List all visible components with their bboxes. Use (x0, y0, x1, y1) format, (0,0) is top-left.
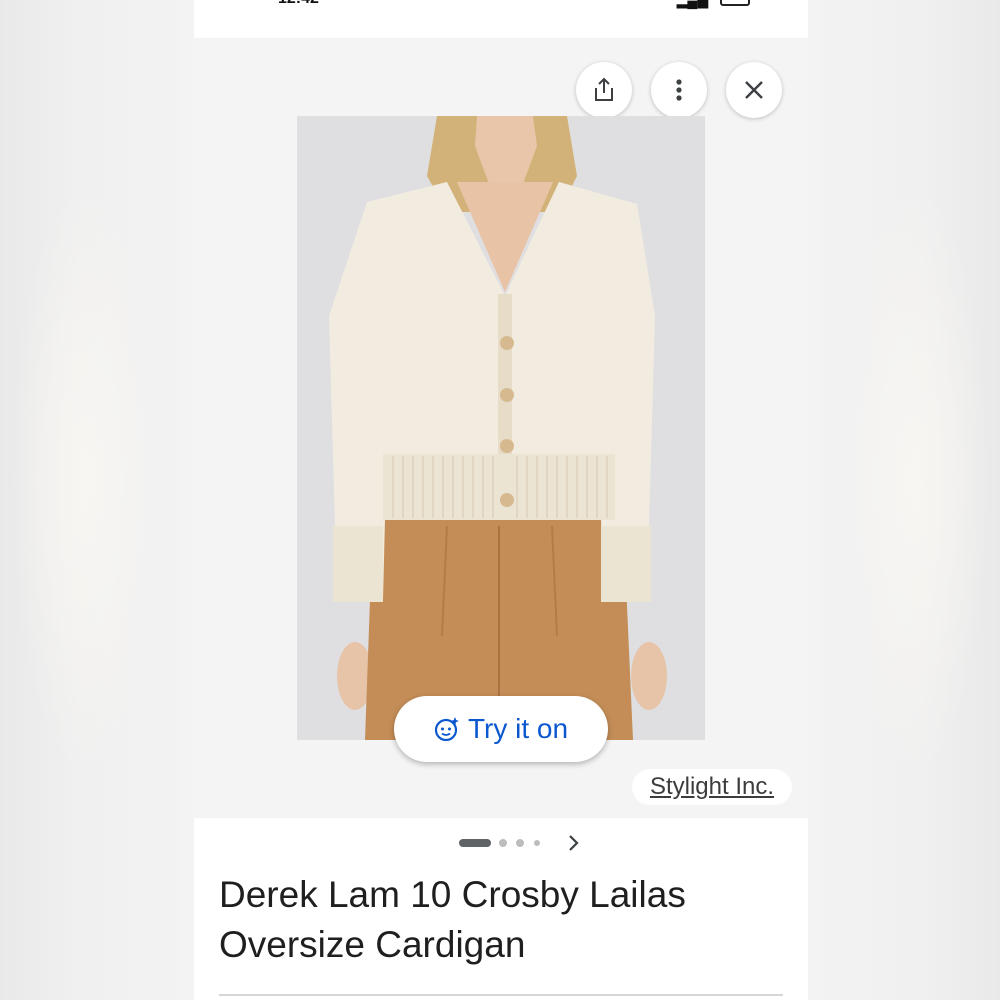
image-pager (194, 830, 808, 856)
cardigan-model-photo (297, 116, 705, 740)
pager-dot[interactable] (534, 840, 540, 846)
status-icons: ▂▄▆ (677, 0, 750, 9)
background-blur-left (0, 0, 194, 1000)
battery-icon (720, 0, 750, 7)
try-it-on-label: Try it on (467, 713, 569, 744)
image-viewer: Try it on Stylight Inc. (194, 38, 808, 818)
signal-icon: ▂▄▆ (676, 0, 709, 8)
divider (219, 994, 783, 996)
product-title: Derek Lam 10 Crosby Lailas Oversize Card… (219, 874, 686, 965)
face-sparkle-icon (434, 717, 459, 742)
more-vertical-icon (676, 79, 682, 101)
try-it-on-button[interactable]: Try it on (394, 696, 608, 762)
product-image[interactable] (297, 116, 705, 740)
share-button[interactable] (576, 62, 632, 118)
pager-dot-active[interactable] (459, 839, 491, 847)
pager-dot[interactable] (499, 839, 507, 847)
image-source-link[interactable]: Stylight Inc. (632, 769, 792, 805)
chevron-right-icon[interactable] (565, 832, 583, 854)
close-button[interactable] (726, 62, 782, 118)
share-icon (595, 77, 613, 101)
image-source-label: Stylight Inc. (649, 773, 775, 800)
more-options-button[interactable] (651, 62, 707, 118)
close-icon (745, 81, 763, 99)
background-blur-right (808, 0, 1000, 1000)
phone-screen: 12:42 ▂▄▆ (194, 0, 808, 1000)
pager-dot[interactable] (516, 839, 524, 847)
status-time: 12:42 (278, 0, 319, 8)
status-bar: 12:42 ▂▄▆ (194, 0, 808, 38)
